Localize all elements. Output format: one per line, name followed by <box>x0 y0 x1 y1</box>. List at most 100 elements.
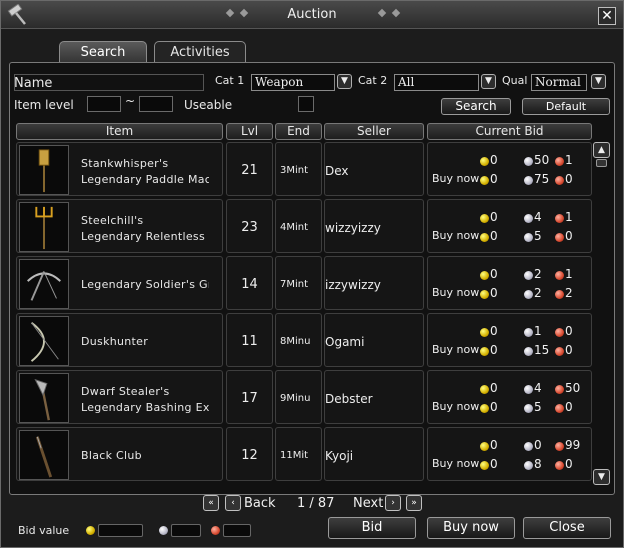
scroll-thumb[interactable] <box>596 159 607 167</box>
column-header-item[interactable]: Item <box>16 123 223 140</box>
buyout-gold: 0 <box>490 229 498 243</box>
seller-cell: Ogami <box>324 313 424 367</box>
auction-window: Auction ✕ Search Activities Name Cat 1 W… <box>0 0 624 548</box>
current-bid-cell: 0 1 0 Buy now 0 15 0 <box>427 313 592 367</box>
cat1-select[interactable]: Weapon <box>251 74 335 91</box>
seller-cell: Dex <box>324 142 424 196</box>
prev-page-icon[interactable]: ‹ <box>225 495 241 511</box>
silver-coin-icon <box>524 271 533 280</box>
column-header-seller[interactable]: Seller <box>324 123 424 140</box>
silver-coin-icon <box>159 526 168 535</box>
item-cell[interactable]: Stankwhisper's Legendary Paddle Mac <box>16 142 223 196</box>
column-header-current-bid[interactable]: Current Bid <box>427 123 592 140</box>
close-button[interactable]: Close <box>523 517 611 539</box>
table-row[interactable]: Steelchill's Legendary Relentless C 23 4… <box>16 199 592 253</box>
first-page-icon[interactable]: « <box>203 495 219 511</box>
silver-coin-icon <box>524 461 533 470</box>
buyout-copper: 0 <box>565 457 573 471</box>
gold-coin-icon <box>480 347 489 356</box>
silver-coin-icon <box>524 176 533 185</box>
copper-coin-icon <box>555 442 564 451</box>
item-cell[interactable]: Legendary Soldier's Gre <box>16 256 223 310</box>
copper-coin-icon <box>555 214 564 223</box>
max-level-input[interactable] <box>139 96 173 112</box>
end-cell: 11Mit <box>275 427 322 481</box>
chevron-down-icon[interactable]: ▼ <box>591 74 606 89</box>
buyout-gold: 0 <box>490 343 498 357</box>
bid-button[interactable]: Bid <box>328 517 416 539</box>
default-button[interactable]: Default <box>522 98 610 115</box>
time-remaining: 11Mit <box>280 450 309 461</box>
time-remaining: 8Minu <box>280 336 311 347</box>
column-header-lvl[interactable]: Lvl <box>226 123 273 140</box>
bid-copper: 1 <box>565 267 573 281</box>
scroll-up-icon[interactable]: ▲ <box>593 142 610 158</box>
copper-coin-icon <box>555 328 564 337</box>
title-bar[interactable]: Auction ✕ <box>1 1 623 29</box>
search-button[interactable]: Search <box>441 98 511 115</box>
bid-copper: 50 <box>565 381 581 395</box>
buyout-silver: 2 <box>534 286 542 300</box>
end-cell: 4Mint <box>275 199 322 253</box>
tab-activities[interactable]: Activities <box>154 41 246 63</box>
tab-search[interactable]: Search <box>59 41 147 63</box>
last-page-icon[interactable]: » <box>406 495 422 511</box>
item-cell[interactable]: Steelchill's Legendary Relentless C <box>16 199 223 253</box>
buyout-silver: 5 <box>534 229 542 243</box>
column-header-end[interactable]: End <box>275 123 322 140</box>
back-link[interactable]: Back <box>244 496 276 511</box>
gold-coin-icon <box>86 526 95 535</box>
scroll-down-icon[interactable]: ▼ <box>593 469 610 485</box>
buyout-silver: 75 <box>534 172 550 186</box>
seller-name: Ogami <box>325 335 365 349</box>
item-name-line2: Legendary Bashing Exe <box>81 401 209 414</box>
level-cell: 21 <box>226 142 273 196</box>
scrollbar[interactable]: ▲ ▼ <box>593 142 611 487</box>
seller-cell: Debster <box>324 370 424 424</box>
gold-coin-icon <box>480 233 489 242</box>
item-cell[interactable]: Duskhunter <box>16 313 223 367</box>
buyout-copper: 0 <box>565 229 573 243</box>
copper-coin-icon <box>555 176 564 185</box>
cat2-select[interactable]: All <box>394 74 479 91</box>
chevron-down-icon[interactable]: ▼ <box>481 74 496 89</box>
gold-coin-icon <box>480 328 489 337</box>
next-link[interactable]: Next <box>353 496 383 511</box>
level-cell: 17 <box>226 370 273 424</box>
next-page-icon[interactable]: › <box>385 495 401 511</box>
table-row[interactable]: Legendary Soldier's Gre 14 7Mint izzywiz… <box>16 256 592 310</box>
useable-checkbox[interactable] <box>298 96 314 112</box>
bid-copper-input[interactable] <box>223 524 251 537</box>
seller-cell: izzywizzy <box>324 256 424 310</box>
silver-coin-icon <box>524 347 533 356</box>
chevron-down-icon[interactable]: ▼ <box>337 74 352 89</box>
item-cell[interactable]: Black Club <box>16 427 223 481</box>
buyout-gold: 0 <box>490 400 498 414</box>
min-level-input[interactable] <box>87 96 121 112</box>
item-name: Dwarf Stealer's <box>81 385 170 398</box>
qual-select[interactable]: Normal <box>531 74 587 91</box>
bid-gold-input[interactable] <box>98 524 143 537</box>
buy-now-button[interactable]: Buy now <box>427 517 515 539</box>
close-icon[interactable]: ✕ <box>598 7 616 25</box>
current-bid-cell: 0 50 1 Buy now 0 75 0 <box>427 142 592 196</box>
trident-icon <box>19 202 69 252</box>
table-row[interactable]: Duskhunter 11 8Minu Ogami 0 1 0 Buy now … <box>16 313 592 367</box>
silver-coin-icon <box>524 385 533 394</box>
bid-gold: 0 <box>490 267 498 281</box>
gold-coin-icon <box>480 157 489 166</box>
level-separator: ~ <box>125 94 136 108</box>
bid-silver-input[interactable] <box>171 524 201 537</box>
seller-name: Dex <box>325 164 349 178</box>
buy-now-label: Buy now <box>432 172 480 185</box>
buy-now-label: Buy now <box>432 343 480 356</box>
buyout-copper: 0 <box>565 400 573 414</box>
table-row[interactable]: Dwarf Stealer's Legendary Bashing Exe 17… <box>16 370 592 424</box>
table-row[interactable]: Stankwhisper's Legendary Paddle Mac 21 3… <box>16 142 592 196</box>
axe-icon <box>19 373 69 423</box>
table-row[interactable]: Black Club 12 11Mit Kyoji 0 0 99 Buy now… <box>16 427 592 481</box>
buyout-gold: 0 <box>490 286 498 300</box>
item-level: 14 <box>241 277 258 292</box>
item-cell[interactable]: Dwarf Stealer's Legendary Bashing Exe <box>16 370 223 424</box>
name-input[interactable] <box>14 74 204 91</box>
